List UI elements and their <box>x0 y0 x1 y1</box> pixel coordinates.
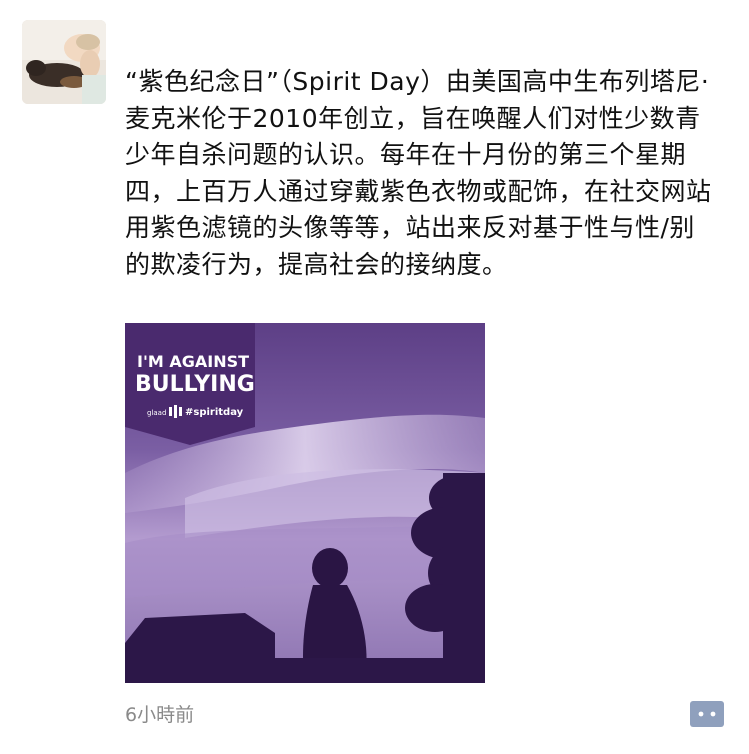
post-image[interactable]: I'M AGAINST BULLYING glaad #spiritday <box>125 323 485 683</box>
comment-button[interactable] <box>690 701 724 727</box>
badge-hashtag: #spiritday <box>185 407 244 418</box>
spirit-day-photo: I'M AGAINST BULLYING glaad #spiritday <box>125 323 485 683</box>
badge-line1: I'M AGAINST <box>137 352 249 371</box>
avatar[interactable] <box>22 20 106 104</box>
comment-icon <box>690 701 724 727</box>
badge-brand: glaad <box>147 409 166 417</box>
post-timestamp: 6小時前 <box>125 704 195 726</box>
badge-line2: BULLYING <box>135 372 255 397</box>
post-text: “紫色纪念日”（Spirit Day）由美国高中生布列塔尼·麦克米伦于2010年… <box>125 67 712 279</box>
bullying-badge: I'M AGAINST BULLYING glaad #spiritday <box>125 323 255 445</box>
avatar-image <box>22 20 106 104</box>
